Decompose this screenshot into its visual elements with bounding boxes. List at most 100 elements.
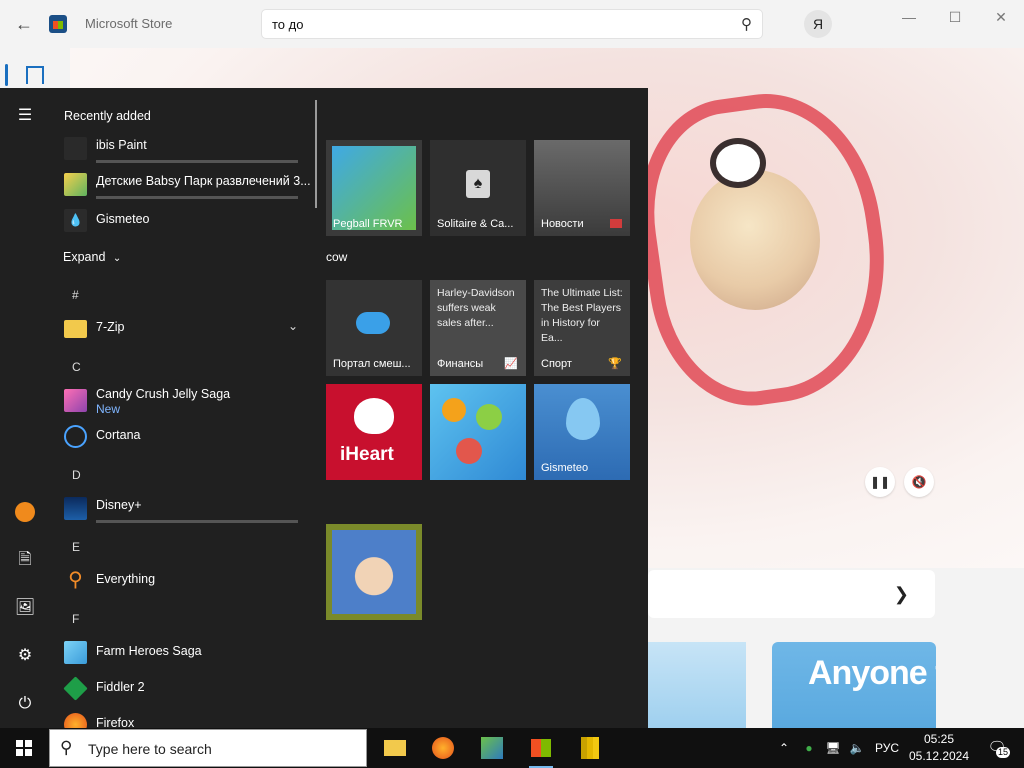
back-arrow-icon[interactable]: ← [12, 12, 36, 36]
letter-header-f[interactable]: F [72, 612, 79, 626]
list-item-firefox[interactable]: Firefox [62, 708, 310, 728]
pictures-icon[interactable]: 🖼 [0, 588, 50, 628]
store-logo-icon [49, 15, 67, 33]
list-item-gismeteo[interactable]: 💧 Gismeteo [62, 204, 310, 238]
clock-date: 05.12.2024 [908, 749, 970, 763]
minimize-button[interactable]: — [886, 6, 932, 28]
collection-card[interactable]: ❯ [648, 570, 935, 618]
app-label: Детские Babsy Парк развлечений 3... [96, 174, 311, 188]
fiddler-icon [63, 676, 88, 701]
network-icon[interactable]: 🖥 [822, 728, 844, 768]
tile-news[interactable]: Новости [534, 140, 630, 236]
tile-headline: The Ultimate List: The Best Players in H… [541, 287, 623, 344]
iheart-logo-icon [354, 398, 394, 434]
list-scrollbar[interactable] [315, 100, 317, 208]
list-item-7zip[interactable]: 7-Zip ⌄ [62, 312, 310, 346]
list-item-farm-heroes[interactable]: Farm Heroes Saga [62, 636, 310, 670]
tile-label: Финансы [437, 358, 484, 370]
letter-header-d[interactable]: D [72, 468, 81, 482]
start-button[interactable] [0, 728, 48, 768]
install-progress [96, 196, 298, 199]
recently-added-title: Recently added [64, 109, 151, 123]
list-item-babsy[interactable]: Детские Babsy Парк развлечений 3... [62, 168, 311, 202]
start-rail: ☰ 🗎 🖼 ⚙ ⏻ [0, 88, 50, 728]
new-badge: New [96, 402, 121, 416]
portal-headset-icon [356, 312, 390, 334]
tile-farm-heroes[interactable] [430, 384, 526, 480]
chevron-down-icon[interactable]: ⌄ [288, 319, 298, 333]
list-item-ibis-paint[interactable]: ibis Paint [62, 132, 310, 166]
tile-portal[interactable]: Портал смеш... [326, 280, 422, 376]
tile-group-label[interactable]: cow [326, 250, 347, 264]
ibis-paint-icon [64, 137, 87, 160]
tile-iheart[interactable]: iHeart [326, 384, 422, 480]
clock[interactable]: 05:25 05.12.2024 [906, 731, 972, 765]
cortana-icon [64, 425, 87, 448]
store-taskbar-icon[interactable] [521, 732, 561, 768]
game-taskbar-icon[interactable] [472, 732, 512, 764]
list-item-candy-crush[interactable]: Candy Crush Jelly Saga New [62, 384, 310, 418]
input-language[interactable]: РУС [872, 728, 902, 768]
home-icon [26, 66, 44, 84]
babsy-icon [64, 173, 87, 196]
app-list: Recently added ibis Paint Детские Babsy … [50, 88, 312, 728]
documents-icon[interactable]: 🗎 [0, 540, 50, 580]
tile-sport[interactable]: The Ultimate List: The Best Players in H… [534, 280, 630, 376]
volume-icon[interactable]: 🔈 [846, 728, 868, 768]
list-item-disney[interactable]: Disney+ [62, 492, 310, 526]
tile-label: Pegball FRVR [333, 218, 403, 230]
power-icon[interactable]: ⏻ [0, 684, 50, 724]
chart-icon: 📈 [504, 358, 518, 370]
mute-icon[interactable]: 🔇 [904, 467, 934, 497]
promo-card-left[interactable] [648, 642, 746, 728]
file-explorer-icon[interactable] [375, 732, 415, 764]
tile-label: Solitaire & Ca... [437, 218, 514, 230]
water-drop-icon [566, 398, 600, 440]
install-progress [96, 520, 298, 523]
app-label: Fiddler 2 [96, 680, 145, 694]
chevron-up-icon[interactable]: ⌃ [774, 728, 794, 768]
security-tray-icon[interactable]: ● [798, 728, 820, 768]
letter-header-e[interactable]: E [72, 540, 80, 554]
maximize-button[interactable]: ☐ [932, 6, 978, 28]
chevron-right-icon[interactable]: ❯ [894, 584, 909, 605]
letter-header-hash[interactable]: # [72, 288, 79, 302]
hamburger-menu-icon[interactable]: ☰ [0, 96, 50, 136]
account-avatar-button[interactable]: Я [804, 10, 832, 38]
taskbar-search-box[interactable]: ⚲ Type here to search [49, 729, 367, 767]
list-item-fiddler[interactable]: Fiddler 2 [62, 672, 310, 706]
search-icon[interactable]: ⚲ [741, 15, 752, 33]
app-label: ibis Paint [96, 138, 147, 152]
selection-indicator [5, 64, 8, 86]
store-search-input[interactable]: то до ⚲ [261, 9, 763, 39]
app-label: Firefox [96, 716, 135, 728]
farm-heroes-icon [64, 641, 87, 664]
gismeteo-icon: 💧 [64, 209, 87, 232]
search-value: то до [272, 17, 304, 32]
expand-button[interactable]: Expand ⌄ [63, 250, 121, 264]
start-menu: ☰ 🗎 🖼 ⚙ ⏻ Recently added ibis Paint Детс… [0, 88, 648, 728]
promo-card-right[interactable]: Anyone f [772, 642, 936, 728]
settings-gear-icon[interactable]: ⚙ [0, 636, 50, 676]
power-bi-icon[interactable] [570, 732, 610, 764]
install-progress [96, 160, 298, 163]
firefox-taskbar-icon[interactable] [423, 732, 463, 764]
user-avatar-icon[interactable] [0, 492, 50, 532]
tile-solitaire[interactable]: ♠ Solitaire & Ca... [430, 140, 526, 236]
nav-home-item[interactable] [0, 60, 60, 90]
close-button[interactable]: ✕ [978, 6, 1024, 28]
taskbar-search-placeholder: Type here to search [88, 741, 212, 757]
list-item-cortana[interactable]: Cortana [62, 420, 310, 454]
notifications-button[interactable]: 🗨 15 [982, 728, 1012, 768]
taskbar: ⚲ Type here to search ⌃ ● 🖥 🔈 РУС 05:25 … [0, 728, 1024, 768]
fruit-art [442, 398, 466, 422]
letter-header-c[interactable]: C [72, 360, 81, 374]
tile-finance[interactable]: Harley-Davidson suffers weak sales after… [430, 280, 526, 376]
list-item-everything[interactable]: ⚲ Everything [62, 564, 310, 598]
tile-gismeteo[interactable]: Gismeteo [534, 384, 630, 480]
app-label: Farm Heroes Saga [96, 644, 202, 658]
tile-babsy[interactable] [326, 524, 422, 620]
pause-icon[interactable]: ❚❚ [865, 467, 895, 497]
app-label: Candy Crush Jelly Saga [96, 387, 231, 401]
tile-pegball[interactable]: Pegball FRVR [326, 140, 422, 236]
